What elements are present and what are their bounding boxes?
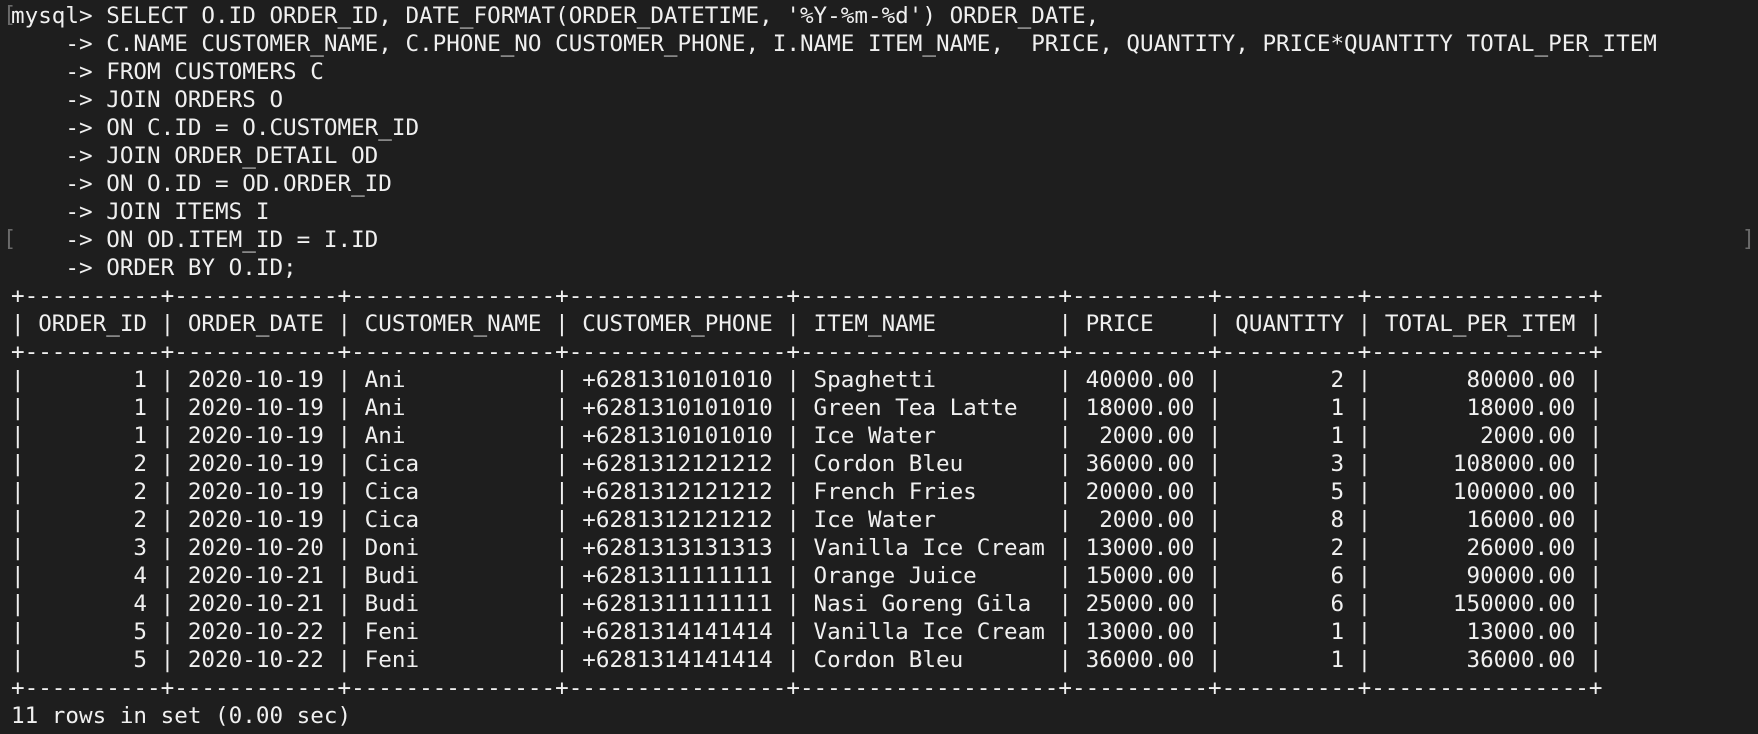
selection-bracket-start: [ xyxy=(3,3,17,28)
terminal-window[interactable]: [ [ ] mysql> SELECT O.ID ORDER_ID, DATE_… xyxy=(0,0,1758,734)
table-row: | 1 | 2020-10-19 | Ani | +6281310101010 … xyxy=(11,367,1603,393)
query-line: -> C.NAME CUSTOMER_NAME, C.PHONE_NO CUST… xyxy=(11,31,1657,57)
table-row: | 5 | 2020-10-22 | Feni | +6281314141414… xyxy=(11,647,1603,673)
table-row: | 4 | 2020-10-21 | Budi | +6281311111111… xyxy=(11,563,1603,589)
sql-query: mysql> SELECT O.ID ORDER_ID, DATE_FORMAT… xyxy=(11,2,1758,282)
selection-bracket-start: [ xyxy=(3,227,17,252)
query-line: -> ORDER BY O.ID; xyxy=(11,255,297,281)
table-border: +----------+------------+---------------… xyxy=(11,339,1603,365)
query-line: -> JOIN ITEMS I xyxy=(11,199,270,225)
table-header: | ORDER_ID | ORDER_DATE | CUSTOMER_NAME … xyxy=(11,311,1603,337)
query-line: -> JOIN ORDERS O xyxy=(11,87,284,113)
selection-bracket-end: ] xyxy=(1741,227,1755,252)
query-line: -> ON O.ID = OD.ORDER_ID xyxy=(11,171,392,197)
query-line: -> FROM CUSTOMERS C xyxy=(11,59,324,85)
query-status: 11 rows in set (0.00 sec) xyxy=(11,703,352,729)
query-line: mysql> SELECT O.ID ORDER_ID, DATE_FORMAT… xyxy=(11,3,1100,29)
query-line: -> ON OD.ITEM_ID = I.ID xyxy=(11,227,379,253)
table-row: | 2 | 2020-10-19 | Cica | +6281312121212… xyxy=(11,451,1603,477)
table-row: | 2 | 2020-10-19 | Cica | +6281312121212… xyxy=(11,479,1603,505)
table-border: +----------+------------+---------------… xyxy=(11,283,1603,309)
table-row: | 2 | 2020-10-19 | Cica | +6281312121212… xyxy=(11,507,1603,533)
table-row: | 3 | 2020-10-20 | Doni | +6281313131313… xyxy=(11,535,1603,561)
table-row: | 1 | 2020-10-19 | Ani | +6281310101010 … xyxy=(11,395,1603,421)
result-table: +----------+------------+---------------… xyxy=(11,282,1758,702)
table-border: +----------+------------+---------------… xyxy=(11,675,1603,701)
query-line: -> JOIN ORDER_DETAIL OD xyxy=(11,143,379,169)
table-row: | 1 | 2020-10-19 | Ani | +6281310101010 … xyxy=(11,423,1603,449)
table-row: | 4 | 2020-10-21 | Budi | +6281311111111… xyxy=(11,591,1603,617)
table-row: | 5 | 2020-10-22 | Feni | +6281314141414… xyxy=(11,619,1603,645)
query-line: -> ON C.ID = O.CUSTOMER_ID xyxy=(11,115,420,141)
